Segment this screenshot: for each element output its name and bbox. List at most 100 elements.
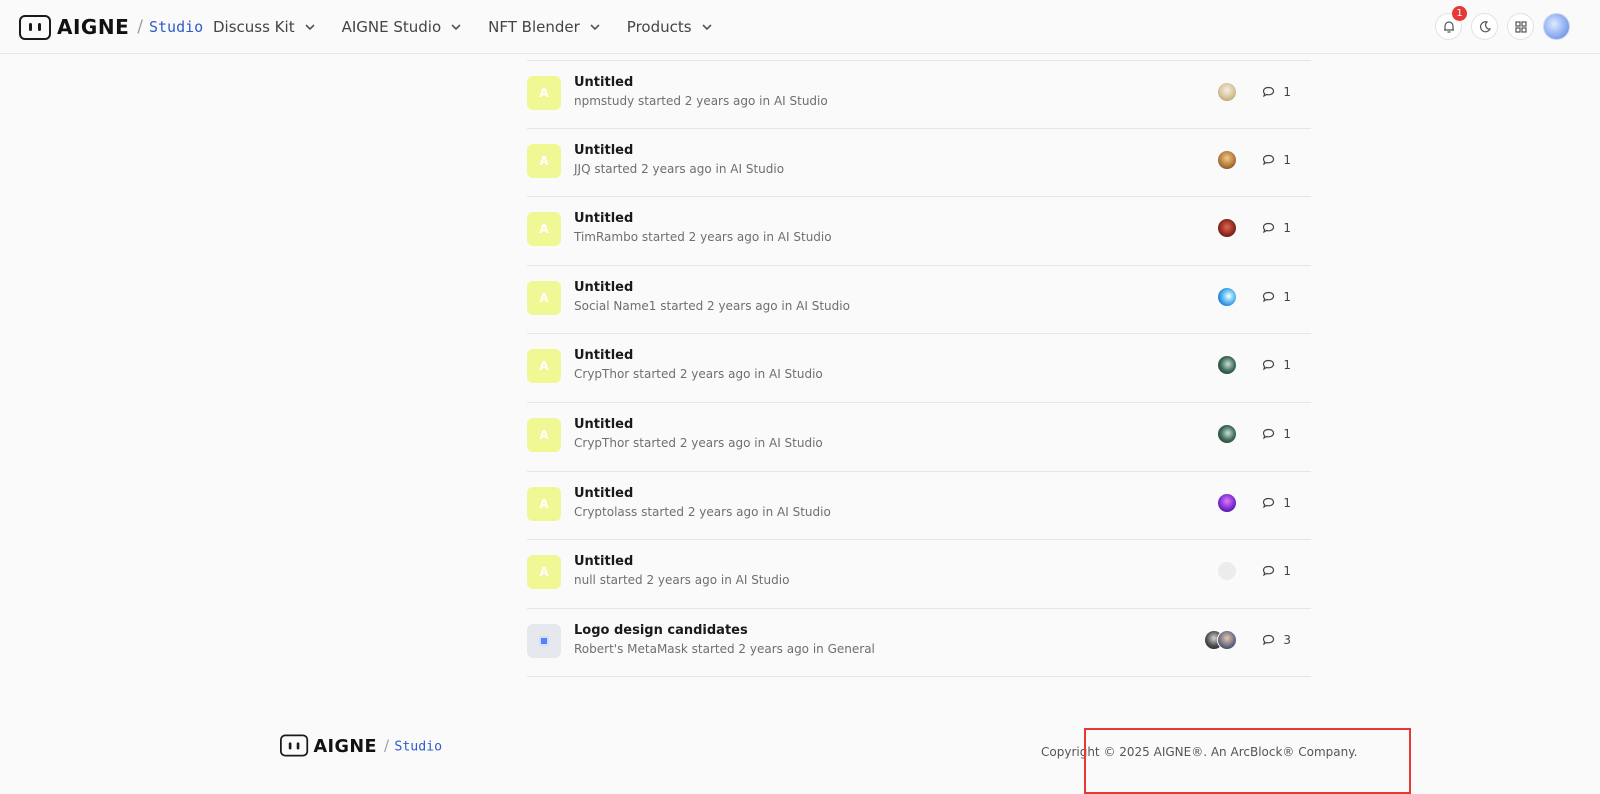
topic-category-icon: A [527, 349, 561, 384]
topic-category-icon [527, 623, 561, 658]
participant-avatar[interactable] [1217, 355, 1237, 376]
brand-name: AIGNE [313, 734, 378, 757]
apps-button[interactable] [1507, 13, 1534, 40]
topic-meta: Robert's MetaMask started 2 years ago in… [574, 641, 875, 656]
topic-title[interactable]: Untitled [574, 417, 633, 432]
comment-icon [1263, 497, 1275, 508]
theme-toggle-button[interactable] [1471, 13, 1498, 40]
topic-row[interactable]: A Untitled Cryptolass started 2 years ag… [527, 472, 1311, 541]
bell-icon [1443, 20, 1454, 33]
topic-title[interactable]: Untitled [574, 143, 633, 158]
reply-count: 1 [1262, 358, 1291, 372]
comment-icon [1263, 428, 1275, 440]
topic-meta: Social Name1 started 2 years ago in AI S… [574, 298, 850, 313]
participant-avatars [1217, 355, 1237, 376]
nav-label: Products [626, 18, 692, 36]
aigne-logo-icon [280, 734, 309, 757]
header-actions: 1 [1435, 6, 1570, 40]
reply-count-value: 1 [1283, 85, 1291, 99]
brand-separator: / [137, 17, 143, 37]
chevron-down-icon [451, 24, 461, 31]
topic-category-icon: A [527, 212, 561, 247]
aigne-logo-icon [19, 14, 51, 40]
topic-title[interactable]: Untitled [574, 280, 633, 295]
footer-brand-logo[interactable]: AIGNE / Studio [280, 734, 443, 757]
topic-category-icon: A [527, 280, 561, 315]
participant-avatar[interactable] [1217, 149, 1237, 170]
participant-avatars [1217, 286, 1237, 307]
nav-aigne-studio[interactable]: AIGNE Studio [342, 18, 463, 36]
topic-meta: CrypThor started 2 years ago in AI Studi… [574, 367, 823, 382]
participant-avatars [1217, 561, 1237, 582]
brand-logo[interactable]: AIGNE / Studio [19, 14, 203, 40]
topic-category-icon: A [527, 417, 561, 452]
participant-avatar[interactable] [1217, 218, 1237, 239]
participant-avatar[interactable] [1217, 82, 1237, 102]
participant-avatars [1204, 629, 1237, 650]
participant-avatars [1217, 492, 1237, 513]
participant-avatars [1217, 149, 1237, 170]
user-avatar[interactable] [1543, 13, 1570, 40]
reply-count: 1 [1262, 564, 1291, 578]
topic-row[interactable]: A Untitled CrypThor started 2 years ago … [527, 334, 1311, 403]
participant-avatar[interactable] [1217, 561, 1237, 582]
topic-title[interactable]: Untitled [574, 486, 633, 501]
reply-count-value: 1 [1283, 289, 1291, 304]
reply-count-value: 1 [1283, 564, 1291, 579]
comment-icon [1263, 566, 1275, 577]
topic-title[interactable]: Untitled [574, 348, 633, 363]
reply-count-value: 1 [1283, 152, 1291, 167]
reply-count-value: 1 [1283, 426, 1291, 441]
general-category-icon [539, 635, 549, 646]
reply-count-value: 1 [1283, 358, 1291, 373]
topic-meta: CrypThor started 2 years ago in AI Studi… [574, 435, 823, 450]
participant-avatar[interactable] [1217, 286, 1237, 307]
participant-avatars [1217, 82, 1237, 102]
topic-category-icon: A [527, 76, 561, 110]
participant-avatars [1217, 218, 1237, 239]
reply-count: 1 [1262, 496, 1291, 510]
chevron-down-icon [701, 24, 712, 31]
comment-icon [1263, 223, 1275, 234]
brand-name: AIGNE [57, 15, 130, 39]
topic-title[interactable]: Untitled [574, 554, 633, 569]
comment-icon [1263, 291, 1275, 303]
topic-row[interactable]: A Untitled Social Name1 started 2 years … [527, 266, 1311, 335]
highlight-box [1084, 728, 1411, 794]
nav-discuss-kit[interactable]: Discuss Kit [213, 18, 316, 36]
topic-category-icon: A [527, 555, 561, 590]
reply-count-value: 1 [1283, 221, 1291, 236]
reply-count-value: 1 [1283, 495, 1291, 510]
comment-icon [1263, 86, 1275, 98]
topic-meta: Cryptolass started 2 years ago in AI Stu… [574, 504, 831, 519]
apps-grid-icon [1514, 20, 1527, 33]
reply-count: 1 [1262, 290, 1291, 304]
nav-products[interactable]: Products [627, 18, 713, 36]
moon-icon [1479, 20, 1491, 32]
topic-row[interactable]: A Untitled JJQ started 2 years ago in AI… [527, 129, 1311, 198]
brand-subtitle: Studio [148, 18, 204, 36]
participant-avatar[interactable] [1217, 492, 1237, 513]
topic-meta: JJQ started 2 years ago in AI Studio [574, 161, 785, 176]
nav-label: NFT Blender [488, 18, 580, 36]
topic-row[interactable]: A Untitled npmstudy started 2 years ago … [527, 60, 1311, 129]
reply-count: 1 [1262, 427, 1291, 441]
main-nav: Discuss Kit AIGNE Studio NFT Blender Pro… [213, 0, 739, 54]
reply-count-value: 3 [1283, 632, 1291, 647]
topic-row[interactable]: A Untitled CrypThor started 2 years ago … [527, 403, 1311, 472]
topic-row[interactable]: A Untitled TimRambo started 2 years ago … [527, 197, 1311, 266]
comment-icon [1263, 360, 1275, 371]
chevron-down-icon [305, 24, 315, 31]
topic-title[interactable]: Untitled [574, 211, 633, 226]
topic-row[interactable]: Logo design candidates Robert's MetaMask… [527, 609, 1311, 678]
topic-title[interactable]: Untitled [574, 75, 633, 90]
participant-avatar[interactable] [1217, 629, 1237, 650]
participant-avatar[interactable] [1217, 423, 1237, 444]
topic-row[interactable]: A Untitled null started 2 years ago in A… [527, 540, 1311, 609]
nav-nft-blender[interactable]: NFT Blender [488, 18, 601, 36]
notifications-button[interactable]: 1 [1435, 6, 1467, 40]
topic-title[interactable]: Logo design candidates [574, 623, 748, 638]
brand-subtitle: Studio [394, 737, 443, 754]
reply-count: 1 [1262, 153, 1291, 167]
comment-icon [1263, 634, 1275, 646]
